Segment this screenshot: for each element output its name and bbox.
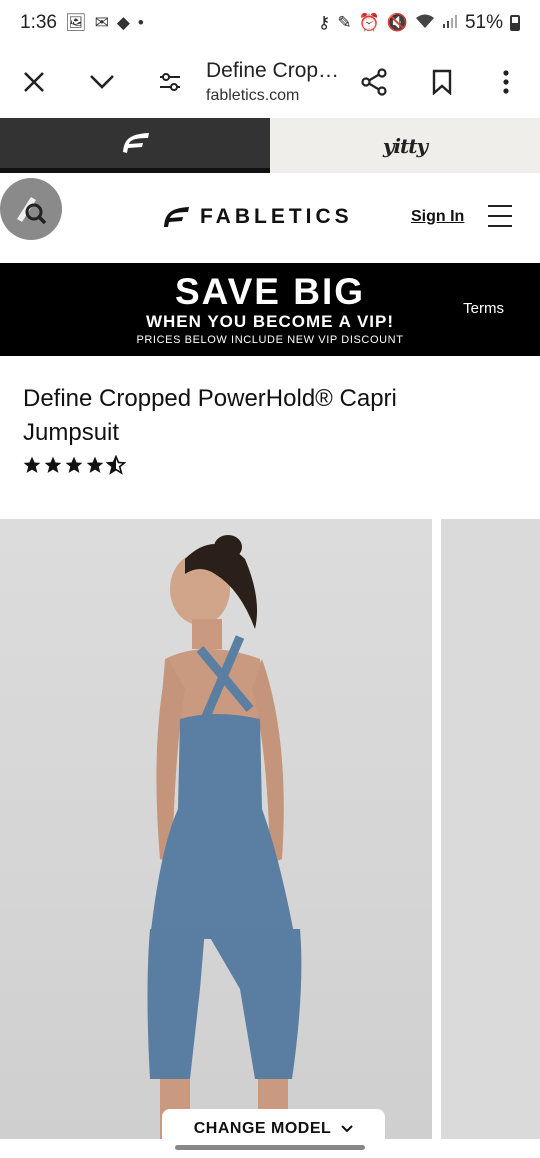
sign-in-link[interactable]: Sign In — [411, 208, 464, 226]
mute-icon: 🔇 — [386, 13, 408, 32]
next-product-image[interactable] — [441, 519, 540, 1139]
close-icon — [24, 72, 44, 92]
tab-yitty[interactable]: yitty — [270, 118, 540, 173]
page-title: Define Crop… — [206, 59, 340, 82]
promo-fine-print: PRICES BELOW INCLUDE NEW VIP DISCOUNT — [136, 334, 404, 346]
change-model-button[interactable]: CHANGE MODEL — [162, 1109, 385, 1139]
page-domain: fabletics.com — [206, 87, 300, 104]
chevron-down-icon — [341, 1125, 353, 1133]
product-image[interactable] — [0, 519, 432, 1139]
tag-icon: ◆ — [116, 13, 130, 32]
share-icon — [361, 68, 387, 96]
star-icon — [23, 456, 41, 473]
share-button[interactable] — [352, 60, 396, 104]
key-icon: ⚷ — [317, 13, 331, 32]
more-options-button[interactable] — [484, 60, 528, 104]
search-button[interactable] — [0, 178, 62, 240]
close-tab-button[interactable] — [12, 60, 56, 104]
menu-icon[interactable] — [488, 205, 512, 227]
site-settings-button[interactable] — [148, 60, 192, 104]
product-title: Define Cropped PowerHold® Capri Jumpsuit — [23, 385, 397, 446]
tab-fabletics[interactable] — [0, 118, 270, 173]
brand-tabs: yitty — [0, 118, 540, 173]
battery-icon — [510, 15, 520, 31]
more-vert-icon — [503, 70, 509, 94]
dot-icon: • — [137, 13, 144, 32]
collapse-button[interactable] — [80, 60, 124, 104]
signal-icon — [442, 13, 458, 34]
fabletics-mark-icon — [164, 207, 189, 227]
chevron-down-icon — [90, 75, 114, 89]
promo-headline: SAVE BIG — [174, 271, 366, 312]
star-icon — [86, 456, 104, 473]
yitty-logo: yitty — [382, 133, 428, 158]
gmail-icon: ✉ — [94, 13, 109, 32]
search-icon — [17, 197, 47, 225]
url-block[interactable]: Define Crop… fabletics.com — [192, 59, 352, 105]
pen-icon: ✎ — [337, 13, 352, 32]
tune-icon — [160, 73, 180, 91]
star-half-icon — [106, 455, 126, 475]
bookmark-icon — [432, 69, 452, 95]
site-header: FABLETICS Sign In — [0, 173, 540, 263]
status-time: 1:36 — [20, 12, 57, 33]
bookmark-button[interactable] — [420, 60, 464, 104]
rating-stars[interactable] — [22, 455, 126, 475]
browser-toolbar: Define Crop… fabletics.com — [0, 46, 540, 118]
alarm-icon: ⏰ — [358, 13, 380, 32]
product-gallery[interactable]: CHANGE MODEL — [0, 519, 540, 1139]
gesture-nav-bar[interactable] — [175, 1145, 365, 1150]
terms-link[interactable]: Terms — [463, 300, 504, 317]
battery-percent: 51% — [464, 12, 503, 33]
promo-subheadline: WHEN YOU BECOME A VIP! — [145, 312, 395, 331]
change-model-label: CHANGE MODEL — [193, 1120, 332, 1137]
status-bar: 1:36 🖼 ✉ ◆ • ⚷ ✎ ⏰ 🔇 51% — [0, 0, 540, 46]
fabletics-logo-icon — [123, 133, 149, 153]
star-icon — [44, 456, 62, 473]
wifi-icon — [415, 13, 435, 34]
star-icon — [65, 456, 83, 473]
promo-banner[interactable]: SAVE BIG WHEN YOU BECOME A VIP! PRICES B… — [0, 263, 540, 356]
image-icon: 🖼 — [64, 13, 87, 32]
site-logo[interactable]: FABLETICS — [162, 205, 353, 229]
model-photo-icon — [147, 535, 302, 1139]
logo-text: FABLETICS — [200, 205, 353, 228]
